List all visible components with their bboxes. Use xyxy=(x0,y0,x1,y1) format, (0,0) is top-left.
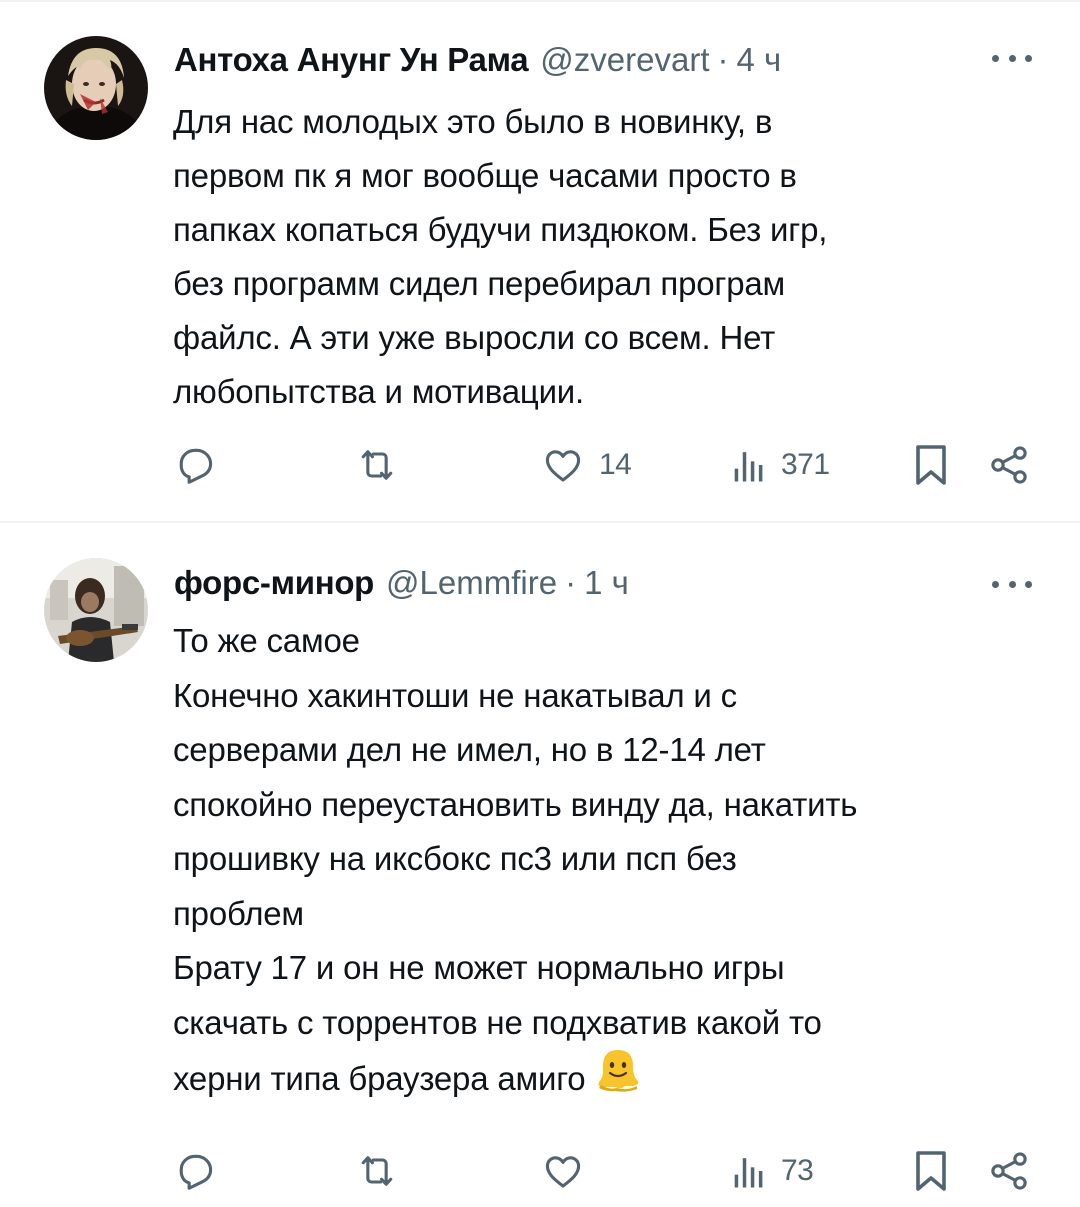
separator-dot: · xyxy=(565,564,577,601)
melting-face-icon xyxy=(598,1050,639,1092)
action-bar: 73 xyxy=(0,1141,1080,1201)
heart-icon xyxy=(545,1156,581,1188)
author-handle[interactable]: @zverevart xyxy=(540,41,709,79)
heart-icon xyxy=(545,450,581,482)
like-button[interactable] xyxy=(541,1141,599,1201)
tweet-header: форс-минор @Lemmfire · 1 ч xyxy=(174,561,629,605)
like-count: 14 xyxy=(599,448,632,481)
dot xyxy=(1008,580,1016,588)
reply-button[interactable] xyxy=(173,1141,231,1201)
share-icon xyxy=(991,1152,1027,1190)
tweet-header: Антоха Анунг Ун Рама @zverevart · 4 ч xyxy=(174,38,781,82)
author-name[interactable]: форс-минор xyxy=(174,564,374,602)
bookmark-button[interactable] xyxy=(913,435,949,495)
tweet-text: Для нас молодых это было в новинку, в пе… xyxy=(173,103,828,410)
like-button[interactable]: 14 xyxy=(541,435,632,495)
dot xyxy=(1025,54,1032,62)
dot xyxy=(992,580,999,588)
share-button[interactable] xyxy=(987,435,1031,495)
bookmark-button[interactable] xyxy=(913,1141,949,1201)
avatar-photo-icon xyxy=(44,36,148,140)
view-count: 371 xyxy=(781,448,830,481)
separator-dot: · xyxy=(717,41,729,78)
more-dots-icon[interactable] xyxy=(992,576,1032,592)
action-bar: 14 371 xyxy=(0,435,1080,495)
timestamp[interactable]: 1 ч xyxy=(584,564,629,602)
dot xyxy=(1025,580,1032,588)
author-handle[interactable]: @Lemmfire xyxy=(386,564,557,602)
retweet-button[interactable] xyxy=(354,1141,414,1201)
avatar[interactable] xyxy=(44,36,148,140)
reply-icon xyxy=(179,1154,213,1190)
views-chart-icon xyxy=(734,1158,763,1188)
dot xyxy=(1008,54,1016,62)
tweet-text: То же самое Конечно хакинтоши не накатыв… xyxy=(173,614,1033,1113)
retweet-button[interactable] xyxy=(354,435,414,495)
bookmark-icon xyxy=(916,445,946,485)
share-icon xyxy=(991,446,1027,484)
views-chart-icon xyxy=(734,452,763,482)
retweet-icon xyxy=(361,1156,393,1186)
more-dots-icon[interactable] xyxy=(992,50,1032,66)
reply-icon xyxy=(179,448,213,484)
tweet-text-content: То же самое Конечно хакинтоши не накатыв… xyxy=(173,622,858,1097)
reply-button[interactable] xyxy=(173,435,231,495)
avatar-photo-icon xyxy=(44,558,148,662)
retweet-icon xyxy=(361,450,393,480)
author-name[interactable]: Антоха Анунг Ун Рама xyxy=(174,41,529,79)
tweet-reply-2[interactable]: форс-минор @Lemmfire · 1 ч То же самое К… xyxy=(0,523,1080,1207)
melting-face-emoji xyxy=(595,1046,641,1109)
timestamp[interactable]: 4 ч xyxy=(737,41,782,79)
avatar[interactable] xyxy=(44,558,148,662)
views-button[interactable]: 371 xyxy=(731,435,830,495)
tweet-reply-1[interactable]: Антоха Анунг Ун Рама @zverevart · 4 ч Дл… xyxy=(0,0,1080,523)
bookmark-icon xyxy=(916,1151,946,1191)
share-button[interactable] xyxy=(987,1141,1031,1201)
dot xyxy=(992,54,999,62)
view-count: 73 xyxy=(781,1154,814,1187)
views-button[interactable]: 73 xyxy=(731,1141,814,1201)
